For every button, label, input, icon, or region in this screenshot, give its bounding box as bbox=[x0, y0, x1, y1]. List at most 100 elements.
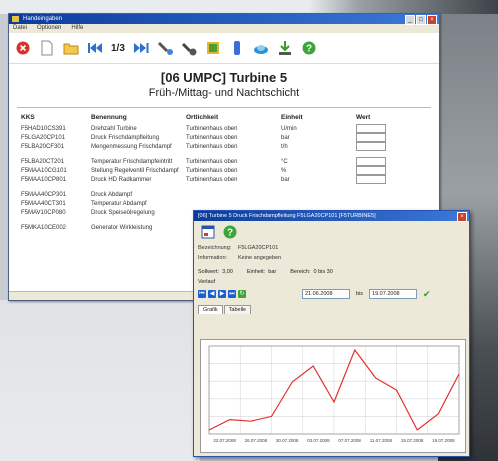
value-input[interactable] bbox=[356, 175, 386, 184]
table-row[interactable]: F5LGA20CP101 Druck Frischdampfleitung Tu… bbox=[21, 133, 396, 142]
cell-name: Druck Frischdampfleitung bbox=[91, 134, 160, 141]
cell-kks: F5MKA10CE002 bbox=[21, 224, 67, 231]
background-photo-top bbox=[0, 0, 498, 14]
bereich-label: Bereich: bbox=[290, 269, 311, 275]
popup-help-icon[interactable]: ? bbox=[222, 224, 238, 240]
cell-name: Temperatur Frischdampfeintritt bbox=[91, 158, 173, 165]
cell-name: Drehzahl Turbine bbox=[91, 125, 137, 132]
cell-name: Stellung Regelventil Frischdampf bbox=[91, 167, 179, 174]
bottle-icon[interactable] bbox=[229, 40, 245, 56]
next-page-icon[interactable]: ▶ bbox=[218, 290, 226, 298]
minimize-button[interactable]: _ bbox=[405, 15, 415, 25]
menu-optionen[interactable]: Optionen bbox=[37, 24, 61, 33]
x-tick-label: 11.07.2008 bbox=[370, 438, 393, 443]
cell-kks: F5MAA40CT301 bbox=[21, 200, 66, 207]
menubar: Datei Optionen Hilfe bbox=[9, 24, 439, 33]
table-row[interactable]: F5HAD10CS391 Drehzahl Turbine Turbinenha… bbox=[21, 124, 396, 133]
first-page-icon[interactable]: ⏮ bbox=[198, 290, 206, 298]
cell-name: Mengenmessung Frischdampf bbox=[91, 143, 172, 150]
table-row[interactable]: F5LBA20CT201 Temperatur Frischdampfeintr… bbox=[21, 157, 396, 166]
table-row[interactable]: F5MAA40CT301 Temperatur Abdampf bbox=[21, 199, 396, 208]
einheit-label: Einheit: bbox=[246, 269, 266, 275]
help-icon[interactable]: ? bbox=[301, 40, 317, 56]
close-button[interactable]: × bbox=[427, 15, 437, 25]
menu-hilfe[interactable]: Hilfe bbox=[71, 24, 83, 33]
apply-check-icon[interactable]: ✔ bbox=[423, 289, 431, 300]
value-input[interactable] bbox=[356, 124, 386, 133]
cell-kks: F5LBA20CT201 bbox=[21, 158, 65, 165]
cell-ort bbox=[186, 199, 281, 208]
new-document-icon[interactable] bbox=[39, 40, 55, 56]
cell-ort: Turbinenhaus oben bbox=[186, 176, 238, 183]
window-title: Handeingaben bbox=[23, 16, 63, 22]
tab-grafik[interactable]: Grafik bbox=[198, 305, 223, 314]
popup-title: [06] Turbine 5 Druck Frischdampfleitung … bbox=[198, 213, 376, 219]
table-row[interactable]: F5LBA20CF301 Mengenmessung Frischdampf T… bbox=[21, 142, 396, 151]
first-record-icon[interactable] bbox=[87, 40, 103, 56]
popup-tabs: Grafik Tabelle bbox=[194, 305, 469, 314]
export-icon[interactable] bbox=[253, 40, 269, 56]
cell-unit: % bbox=[281, 167, 287, 174]
cell-ort: Turbinenhaus oben bbox=[186, 125, 238, 132]
toolbar: 1/3 ? bbox=[9, 33, 439, 64]
cell-ort: Turbinenhaus oben bbox=[186, 167, 238, 174]
page-subtitle: Früh-/Mittag- und Nachtschicht bbox=[148, 87, 300, 99]
cell-unit: bar bbox=[281, 134, 290, 141]
record-counter: 1/3 bbox=[111, 42, 125, 54]
date-to-input[interactable]: 19.07.2008 bbox=[369, 289, 418, 299]
x-tick-label: 26.07.2008 bbox=[245, 438, 268, 443]
database-icon[interactable] bbox=[205, 40, 221, 56]
x-tick-label: 15.07.2008 bbox=[401, 438, 424, 443]
cell-kks: F5HAD10CS391 bbox=[21, 125, 66, 132]
range-nav: ⏮ ◀ ▶ ⏭ ↻ 21.06.2008 bis 19.07.2008 ✔ bbox=[194, 287, 469, 301]
last-page-icon[interactable]: ⏭ bbox=[228, 290, 236, 298]
einheit-value: bar bbox=[268, 269, 277, 275]
folder-icon[interactable] bbox=[63, 40, 79, 56]
download-icon[interactable] bbox=[277, 40, 293, 56]
popup-close-button[interactable]: × bbox=[457, 212, 467, 222]
value-input[interactable] bbox=[356, 133, 386, 142]
probe-icon[interactable] bbox=[157, 40, 173, 56]
value-input[interactable] bbox=[356, 142, 386, 151]
cell-unit: U/min bbox=[281, 125, 297, 132]
window-icon[interactable] bbox=[200, 224, 216, 240]
information-value: Keine angegeben bbox=[238, 255, 282, 261]
svg-text:?: ? bbox=[227, 228, 233, 239]
table-row[interactable]: F5MAA10CP801 Druck HD Radkammer Turbinen… bbox=[21, 175, 396, 184]
value-input[interactable] bbox=[356, 157, 386, 166]
x-tick-label: 19.07.2008 bbox=[432, 438, 455, 443]
verlauf-label: Verlauf bbox=[198, 279, 216, 285]
cell-kks: F5LGA20CP101 bbox=[21, 134, 66, 141]
value-input[interactable] bbox=[356, 166, 386, 175]
date-from-input[interactable]: 21.06.2008 bbox=[302, 289, 350, 299]
cell-ort bbox=[186, 190, 281, 199]
cell-unit bbox=[281, 199, 356, 208]
cell-unit: bar bbox=[281, 176, 290, 183]
cell-kks: F5MAV10CP080 bbox=[21, 209, 66, 216]
menu-datei[interactable]: Datei bbox=[13, 24, 27, 33]
stop-icon[interactable] bbox=[15, 40, 31, 56]
cell-kks: F5LBA20CF301 bbox=[21, 143, 65, 150]
sollwert-value: 3,00 bbox=[222, 269, 233, 275]
prev-page-icon[interactable]: ◀ bbox=[208, 290, 216, 298]
tab-tabelle[interactable]: Tabelle bbox=[223, 305, 252, 314]
bezeichnung-row: Bezeichnung: F5LGA20CP101 bbox=[194, 243, 469, 253]
information-row: Information: Keine angegeben bbox=[194, 253, 469, 263]
sensor-icon[interactable] bbox=[181, 40, 197, 56]
col-kks: KKS bbox=[21, 114, 35, 121]
x-tick-label: 03.07.2008 bbox=[307, 438, 330, 443]
cell-unit: t/h bbox=[281, 143, 288, 150]
background-area bbox=[0, 300, 200, 461]
cell-kks: F5MAA40CP301 bbox=[21, 191, 67, 198]
maximize-button[interactable]: □ bbox=[416, 15, 426, 25]
table-row[interactable]: F5MAA10CG101 Stellung Regelventil Frisch… bbox=[21, 166, 396, 175]
cell-ort: Turbinenhaus oben bbox=[186, 158, 238, 165]
app-icon bbox=[12, 16, 19, 22]
divider bbox=[17, 107, 431, 108]
col-benennung: Benennung bbox=[91, 114, 127, 121]
refresh-icon[interactable]: ↻ bbox=[238, 290, 246, 298]
col-wert: Wert bbox=[356, 114, 371, 121]
cell-kks: F5MAA10CG101 bbox=[21, 167, 67, 174]
table-row[interactable]: F5MAA40CP301 Druck Abdampf bbox=[21, 190, 396, 199]
next-record-icon[interactable] bbox=[133, 40, 149, 56]
